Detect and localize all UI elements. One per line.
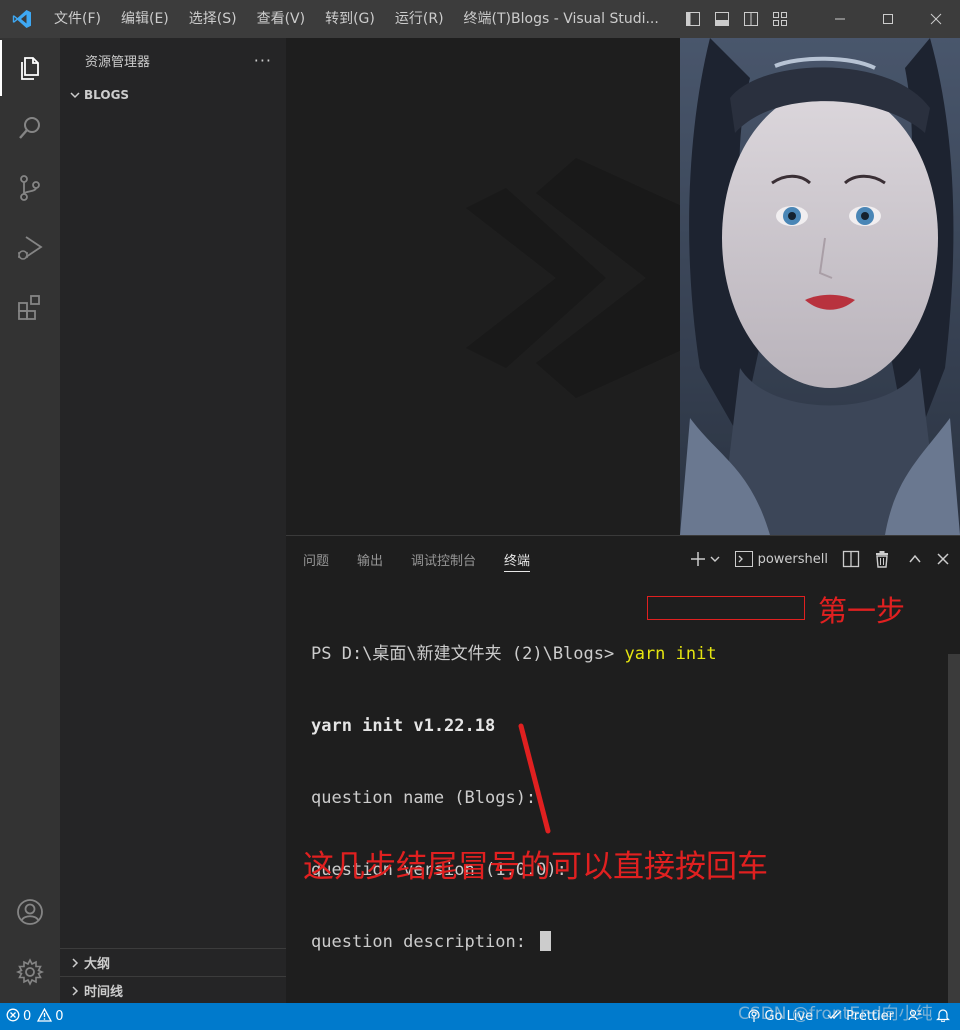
close-panel-icon[interactable] [936,536,950,582]
menu-run[interactable]: 运行(R) [385,0,454,38]
prettier-label: Prettier [846,1009,894,1024]
go-live-label: Go Live [764,1009,814,1024]
bell-icon [936,1008,950,1026]
menu-file[interactable]: 文件(F) [44,0,111,38]
chevron-right-icon [66,985,84,997]
manage-gear-icon[interactable] [0,944,60,1000]
tab-debug-console[interactable]: 调试控制台 [411,536,476,582]
terminal-line-1: PS D:\桌面\新建文件夹 (2)\Blogs> yarn init [311,642,717,666]
terminal-line-5-text: question description: [311,932,537,952]
terminal-shell-name[interactable]: powershell [758,552,828,567]
annotation-note: 这几步结尾冒号的可以直接按回车 [303,849,768,885]
sidebar-header: 资源管理器 ··· [60,38,286,82]
editor-area [286,38,960,535]
go-live-button[interactable]: Go Live [747,1008,813,1026]
toggle-secondary-sidebar-icon[interactable] [736,0,765,38]
folder-section-blogs[interactable]: BLOGS [60,82,286,108]
toggle-panel-icon[interactable] [707,0,736,38]
warning-count: 0 [55,1009,64,1024]
explorer-sidebar: 资源管理器 ··· BLOGS 大纲 时间线 [60,38,286,1003]
broadcast-icon [747,1008,761,1026]
trash-icon[interactable] [874,536,890,582]
title-bar: 文件(F) 编辑(E) 选择(S) 查看(V) 转到(G) 运行(R) 终端(T… [0,0,960,38]
problems-status[interactable]: 0 0 [6,1007,64,1026]
bottom-panel: 问题 输出 调试控制台 终端 powershell PS D:\桌面\新建文件夹… [286,535,960,1004]
layout-controls [678,0,794,38]
menu-edit[interactable]: 编辑(E) [111,0,179,38]
menu-terminal[interactable]: 终端(T) [454,0,511,38]
window-title: Blogs - Visual Studi... [511,11,659,27]
menu-view[interactable]: 查看(V) [247,0,316,38]
search-icon[interactable] [0,100,60,156]
tab-output[interactable]: 输出 [357,536,383,582]
maximize-icon[interactable] [864,0,912,38]
sidebar-title: 资源管理器 [85,54,151,70]
vscode-logo-icon [0,0,44,38]
terminal-icon [734,536,753,582]
source-control-icon[interactable] [0,160,60,216]
error-icon [6,1008,20,1026]
chevron-down-icon[interactable] [709,536,721,582]
terminal-output[interactable]: PS D:\桌面\新建文件夹 (2)\Blogs> yarn init yarn… [311,594,717,1002]
panel-actions: powershell [681,536,950,582]
chevron-down-icon [66,89,84,101]
chevron-up-icon[interactable] [908,536,922,582]
outline-label: 大纲 [84,957,111,972]
terminal-line-2: yarn init v1.22.18 [311,716,496,736]
menu-go[interactable]: 转到(G) [315,0,385,38]
timeline-label: 时间线 [84,985,124,1000]
status-bar-right: Go Live Prettier [733,1003,950,1030]
error-count: 0 [23,1009,32,1024]
terminal-line-5: question description: [311,930,717,954]
timeline-section[interactable]: 时间线 [60,976,286,1004]
window-controls [816,0,960,38]
close-window-icon[interactable] [912,0,960,38]
panel-tabs: 问题 输出 调试控制台 终端 [286,536,558,582]
new-terminal-icon[interactable] [689,536,707,582]
more-actions-icon[interactable]: ··· [254,51,272,70]
accounts-icon[interactable] [0,884,60,940]
chevron-right-icon [66,957,84,969]
terminal-command: yarn init [624,644,717,664]
terminal-scrollbar[interactable] [948,654,960,1004]
activity-bar [0,38,60,1003]
double-check-icon [827,1009,843,1025]
vscode-watermark-logo [456,148,716,412]
folder-name: BLOGS [84,88,130,102]
outline-section[interactable]: 大纲 [60,948,286,976]
feedback-icon [908,1008,922,1026]
terminal-prompt: PS D:\桌面\新建文件夹 (2)\Blogs> [311,644,625,664]
customize-layout-icon[interactable] [765,0,794,38]
annotation-step-label: 第一步 [818,594,906,628]
tab-terminal[interactable]: 终端 [504,536,531,582]
warning-icon [37,1007,53,1026]
annotation-highlight-box [647,596,805,620]
minimize-icon[interactable] [816,0,864,38]
status-bar-left: 0 0 [0,1007,72,1026]
extensions-icon[interactable] [0,280,60,336]
status-bar: 0 0 Go Live Prettier [0,1003,960,1030]
feedback-button[interactable] [908,1008,922,1026]
terminal-cursor [540,931,552,951]
menu-bar: 文件(F) 编辑(E) 选择(S) 查看(V) 转到(G) 运行(R) 终端(T… [44,0,683,38]
terminal-line-3: question name (Blogs): [311,788,537,808]
split-terminal-icon[interactable] [842,536,860,582]
menu-selection[interactable]: 选择(S) [179,0,247,38]
prettier-status[interactable]: Prettier [827,1009,894,1025]
background-portrait-image [680,38,960,535]
notifications-button[interactable] [936,1008,950,1026]
toggle-primary-sidebar-icon[interactable] [678,0,707,38]
run-and-debug-icon[interactable] [0,220,60,276]
tab-problems[interactable]: 问题 [303,536,329,582]
explorer-icon[interactable] [0,40,60,96]
annotation-arrow [518,723,551,834]
